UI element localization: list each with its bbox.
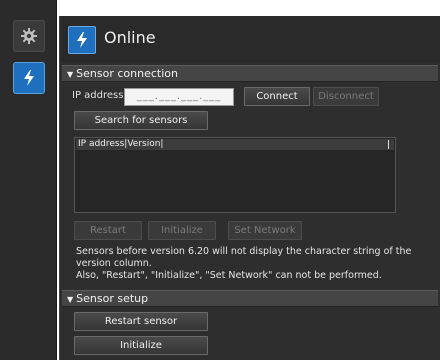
initialize-sensor-button[interactable]: Initialize [74,336,208,355]
disconnect-button[interactable]: Disconnect [313,87,379,106]
sensor-connection-header[interactable]: ▼ Sensor connection [62,65,438,82]
set-network-button[interactable]: Set Network [228,221,302,240]
sensor-list[interactable]: IP address|Version| [74,137,396,213]
online-header-icon [68,26,96,54]
list-column-marker [388,140,389,149]
version-note-line-1: Sensors before version 6.20 will not dis… [76,246,412,257]
ip-address-label: IP address [72,90,124,101]
initialize-button[interactable]: Initialize [148,221,216,240]
gear-icon [21,28,37,44]
connect-button[interactable]: Connect [244,87,310,106]
collapse-triangle-icon: ▼ [67,70,74,79]
left-sidebar [0,0,57,360]
section-title: Sensor setup [76,292,149,305]
restart-button[interactable]: Restart [74,221,142,240]
lightning-icon [77,32,87,48]
restart-sensor-button[interactable]: Restart sensor [74,312,208,331]
version-note-line-2: version column. [76,258,152,269]
settings-button[interactable] [13,20,45,52]
page-title: Online [104,28,156,47]
online-panel: Online ▼ Sensor connection IP address ___… [59,16,440,360]
search-sensors-button[interactable]: Search for sensors [74,111,208,130]
sensor-setup-header[interactable]: ▼ Sensor setup [62,290,438,307]
panel-header: Online [60,16,440,62]
lightning-icon [24,70,34,86]
section-title: Sensor connection [76,67,178,80]
sensor-list-header: IP address|Version| [76,139,394,150]
ip-address-input[interactable]: ___.___.___.___ [124,88,234,106]
online-nav-button[interactable] [13,62,45,94]
version-note-line-3: Also, "Restart", "Initialize", "Set Netw… [76,270,382,281]
collapse-triangle-icon: ▼ [67,295,74,304]
